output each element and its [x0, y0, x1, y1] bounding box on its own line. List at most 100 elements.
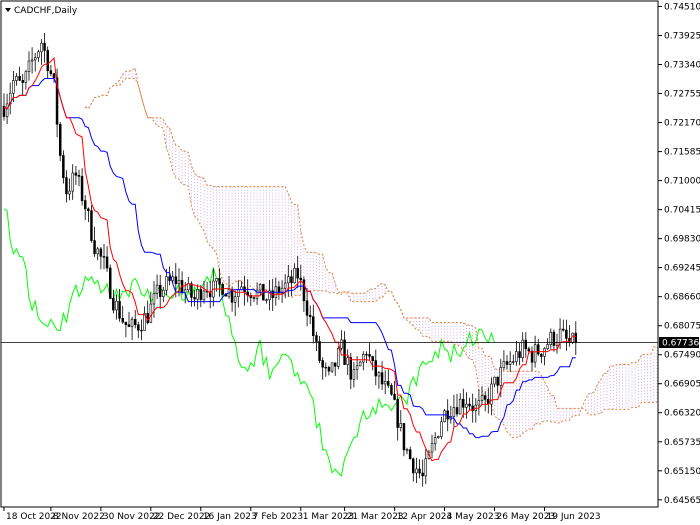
y-tick-label: 0.72170: [664, 119, 700, 129]
candle-body: [199, 288, 203, 300]
candle-body: [461, 398, 465, 408]
candle-body: [565, 329, 568, 339]
candle-body: [77, 175, 81, 177]
y-tick-label: 0.65150: [664, 467, 700, 477]
candle-body: [109, 267, 112, 299]
candle-body: [193, 297, 196, 300]
candle-body: [96, 248, 100, 255]
chart-title: CADCHF,Daily: [14, 6, 78, 16]
candle-body: [336, 348, 340, 367]
candle-body: [152, 292, 156, 305]
x-tick-label: 19 Jun 2023: [547, 512, 601, 522]
candle-body: [324, 366, 327, 369]
candle-body: [12, 80, 15, 94]
candle-body: [436, 436, 440, 438]
candle-body: [24, 71, 28, 83]
candle-body: [546, 344, 549, 349]
candle-body: [202, 290, 206, 300]
candle-body: [52, 73, 56, 79]
candle-body: [30, 59, 34, 62]
candle-body: [405, 449, 409, 451]
candle-body: [511, 361, 515, 363]
candle-body: [74, 172, 78, 176]
y-tick-label: 0.66905: [664, 380, 700, 390]
candle-body: [315, 335, 318, 342]
candle-body: [499, 367, 502, 386]
candle-body: [287, 276, 290, 284]
candle-body: [408, 449, 412, 460]
candle-body: [15, 76, 18, 81]
candle-body: [162, 289, 165, 297]
candle-body: [71, 172, 75, 192]
candle-body: [352, 369, 356, 380]
y-tick-label: 0.71000: [664, 177, 700, 187]
candle-body: [215, 278, 218, 282]
candle-body: [196, 288, 199, 300]
x-tick-label: 21 Mar 2023: [347, 512, 404, 522]
candle-body: [233, 296, 237, 303]
candle-body: [424, 458, 427, 477]
candle-body: [183, 289, 187, 293]
candle-body: [368, 354, 371, 357]
candle-body: [127, 324, 131, 327]
candle-body: [296, 267, 299, 279]
x-tick-label: 16 Jan 2023: [203, 512, 257, 522]
candle-body: [343, 339, 346, 365]
candle-body: [80, 176, 84, 201]
candle-body: [58, 124, 62, 156]
candle-body: [524, 339, 527, 350]
candle-body: [468, 403, 471, 407]
candle-body: [33, 57, 37, 61]
y-tick-label: 0.64565: [664, 496, 700, 506]
candle-body: [330, 362, 334, 372]
candle-body: [174, 276, 178, 285]
candle-body: [399, 423, 402, 428]
candle-body: [508, 361, 512, 365]
candle-body: [358, 361, 362, 367]
candle-body: [112, 297, 115, 311]
candle-body: [349, 357, 352, 380]
candle-body: [321, 360, 324, 368]
candle-body: [518, 351, 521, 358]
y-tick-label: 0.74510: [664, 3, 700, 13]
chart-window[interactable]: 0.74510 0.73925 0.73340 0.72755 0.72170 0.715…: [0, 0, 700, 525]
candle-body: [383, 380, 387, 385]
candle-body: [430, 443, 434, 453]
candle-body: [68, 190, 71, 195]
candle-body: [177, 279, 181, 284]
candle-body: [380, 372, 384, 385]
x-tick-label: 22 Dec 2022: [153, 512, 211, 522]
candle-body: [396, 399, 399, 428]
y-tick-label: 0.71585: [664, 148, 700, 158]
candle-body: [393, 393, 396, 400]
y-tick-label: 0.69830: [664, 235, 700, 245]
candle-body: [536, 344, 540, 355]
candle-body: [308, 314, 312, 317]
candle-body: [105, 256, 109, 269]
candle-body: [311, 316, 315, 336]
candle-body: [333, 362, 337, 367]
candle-body: [530, 350, 534, 363]
current-price-badge: 0.67736: [659, 337, 699, 349]
candle-body: [65, 177, 68, 195]
candle-body: [340, 339, 343, 349]
candle-body: [415, 468, 418, 474]
x-tick-label: 7 Feb 2023: [253, 512, 303, 522]
candle-body: [505, 361, 509, 365]
candle-body: [37, 51, 40, 58]
candle-body: [299, 277, 302, 281]
candle-body: [168, 276, 171, 281]
candle-body: [159, 284, 162, 297]
candle-body: [496, 376, 499, 386]
candle-body: [402, 423, 406, 451]
candle-body: [290, 276, 293, 284]
candle-body: [558, 328, 562, 343]
candle-body: [386, 380, 390, 386]
chart-canvas[interactable]: 0.74510 0.73925 0.73340 0.72755 0.72170 0.715…: [0, 0, 700, 525]
candle-body: [84, 200, 87, 210]
candle-body: [502, 361, 506, 368]
candle-body: [365, 353, 368, 356]
candle-body: [265, 299, 268, 301]
candle-body: [46, 50, 49, 72]
candle-body: [146, 313, 150, 323]
